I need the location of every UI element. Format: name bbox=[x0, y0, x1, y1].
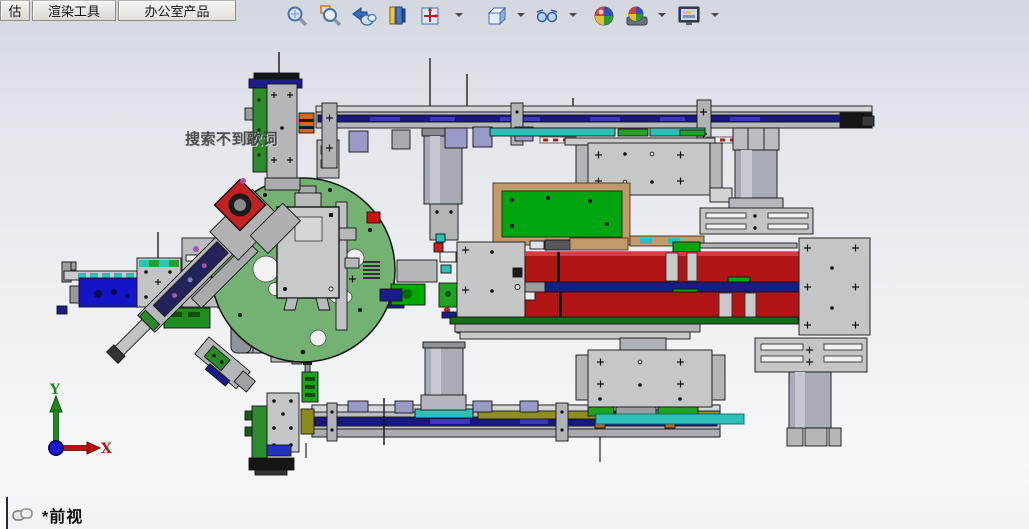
current-view-label: *前视 bbox=[42, 509, 84, 526]
hide-show-items-icon[interactable] bbox=[533, 3, 560, 29]
apply-scene-dropdown[interactable] bbox=[658, 13, 666, 21]
cad-assembly-top-view: Y X bbox=[48, 52, 875, 476]
tab-evaluate[interactable]: 估 bbox=[0, 0, 30, 21]
graphics-area[interactable]: Y X 搜索不到歌词 估 渲染工具 办公室产品 *前视 bbox=[0, 0, 1029, 529]
tab-office-products[interactable]: 办公室产品 bbox=[118, 0, 236, 21]
hide-show-items-dropdown[interactable] bbox=[569, 13, 577, 21]
view-settings-icon[interactable] bbox=[675, 3, 702, 29]
previous-view-icon[interactable] bbox=[350, 3, 377, 29]
display-style-dropdown[interactable] bbox=[517, 13, 525, 21]
feature-tree-panel-edge bbox=[0, 497, 8, 529]
view-orientation-dropdown[interactable] bbox=[455, 13, 463, 21]
orientation-triad: Y X bbox=[48, 382, 112, 457]
triad-y-label: Y bbox=[49, 382, 61, 398]
display-style-icon[interactable] bbox=[482, 3, 509, 29]
view-link-icon bbox=[12, 508, 33, 521]
edit-appearance-icon[interactable] bbox=[590, 3, 617, 29]
zoom-to-fit-icon[interactable] bbox=[283, 3, 310, 29]
zoom-to-area-icon[interactable] bbox=[317, 3, 344, 29]
triad-x-label: X bbox=[101, 441, 112, 457]
apply-scene-icon[interactable] bbox=[623, 3, 650, 29]
command-manager-tabs: 估 渲染工具 办公室产品 bbox=[0, 0, 236, 21]
upper-right-branch bbox=[492, 127, 814, 247]
view-settings-dropdown[interactable] bbox=[711, 13, 719, 21]
section-view-icon[interactable] bbox=[383, 3, 410, 29]
tab-render-tools[interactable]: 渲染工具 bbox=[32, 0, 116, 21]
overlay-watermark-text: 搜索不到歌词 bbox=[185, 131, 279, 148]
view-orientation-icon[interactable] bbox=[418, 3, 445, 29]
red-actuator-assembly bbox=[379, 237, 871, 340]
view-orientation-status: *前视 bbox=[12, 503, 83, 527]
